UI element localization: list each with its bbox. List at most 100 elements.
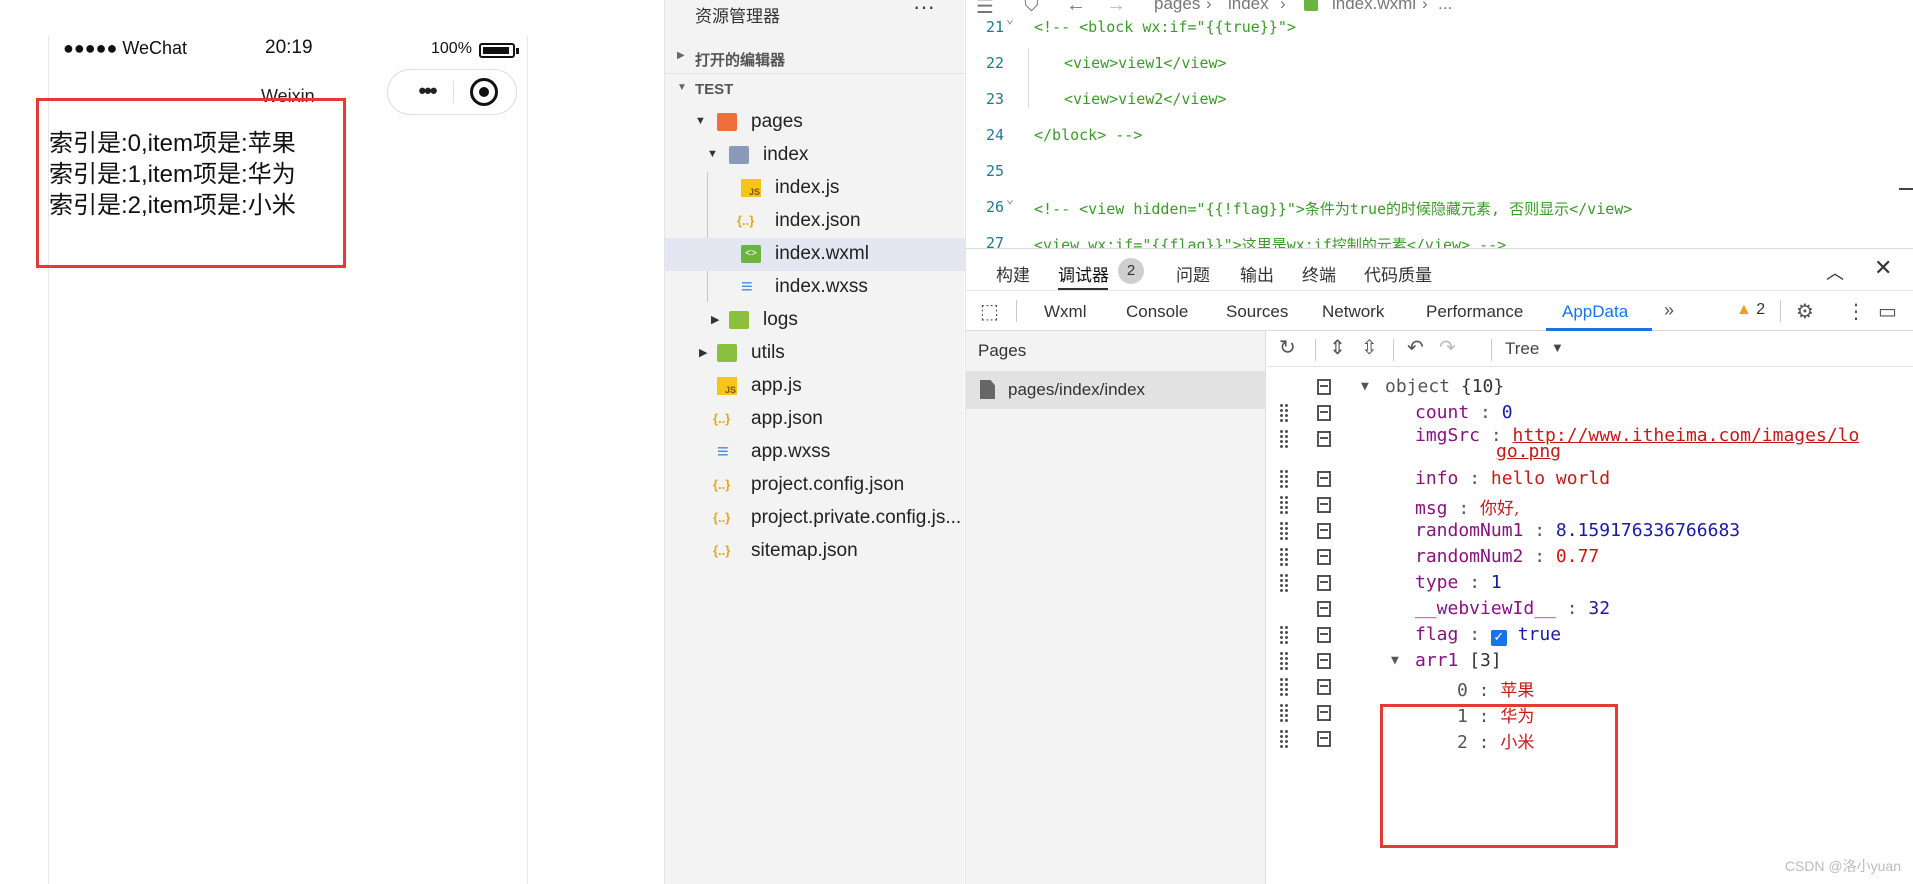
- open-editors-section[interactable]: ▶ 打开的编辑器: [665, 42, 965, 72]
- tree-row[interactable]: type : 1: [1267, 571, 1913, 597]
- fold-icon[interactable]: ⌄: [1006, 12, 1014, 27]
- drag-handle-icon[interactable]: [1279, 703, 1289, 723]
- copy-icon[interactable]: [1317, 523, 1331, 539]
- line-number: 21: [985, 18, 1004, 36]
- project-section[interactable]: ▼ TEST: [665, 73, 965, 103]
- tree-file-app-wxss[interactable]: ≡ app.wxss: [665, 436, 965, 469]
- redo-icon[interactable]: ↷: [1439, 335, 1456, 360]
- checkbox[interactable]: ✓: [1490, 630, 1507, 646]
- tree-row[interactable]: imgSrc : http://www.itheima.com/images/l…: [1267, 427, 1913, 467]
- tree-file-index-wxml[interactable]: <> index.wxml: [665, 238, 965, 271]
- tree-folder-logs[interactable]: ▶ logs: [665, 304, 965, 337]
- field-value: hello world: [1490, 468, 1611, 489]
- more-actions-icon[interactable]: ···: [913, 0, 935, 20]
- copy-icon[interactable]: [1317, 627, 1331, 643]
- undo-icon[interactable]: ↶: [1407, 335, 1424, 360]
- tree-row[interactable]: __webviewId__ : 32: [1267, 597, 1913, 623]
- tab-sources[interactable]: Sources: [1226, 302, 1288, 322]
- tree-file-app-js[interactable]: JS app.js: [665, 370, 965, 403]
- tab-code-quality[interactable]: 代码质量: [1364, 261, 1432, 286]
- more-tabs-icon[interactable]: »: [1664, 300, 1674, 321]
- drag-handle-icon[interactable]: [1279, 729, 1289, 749]
- more-icon[interactable]: •••: [402, 76, 452, 106]
- tab-problems[interactable]: 问题: [1176, 261, 1210, 286]
- page-item[interactable]: pages/index/index: [966, 371, 1266, 409]
- drag-handle-icon[interactable]: [1279, 573, 1289, 593]
- tab-console[interactable]: Console: [1126, 302, 1188, 322]
- code-editor[interactable]: ☰ ⛉ ← → pages › index › index.wxml › ...…: [965, 0, 1913, 248]
- drag-handle-icon[interactable]: [1279, 651, 1289, 671]
- copy-icon[interactable]: [1317, 653, 1331, 669]
- copy-icon[interactable]: [1317, 705, 1331, 721]
- tree-row[interactable]: randomNum2 : 0.77: [1267, 545, 1913, 571]
- tab-debugger[interactable]: 调试器: [1058, 261, 1109, 286]
- collapse-all-icon[interactable]: ⇳: [1361, 335, 1378, 360]
- chevron-up-icon[interactable]: ︿: [1826, 259, 1844, 285]
- chevron-down-icon[interactable]: ▼: [1551, 340, 1564, 355]
- copy-icon[interactable]: [1317, 405, 1331, 421]
- copy-icon[interactable]: [1317, 471, 1331, 487]
- drag-handle-icon[interactable]: [1279, 403, 1289, 423]
- code-text: <view>view1</view>: [1064, 54, 1227, 72]
- code-line: 23 <view>view2</view>: [966, 84, 1913, 114]
- gear-icon[interactable]: ⚙: [1796, 299, 1814, 324]
- view-mode-select[interactable]: Tree: [1505, 339, 1539, 359]
- drag-handle-icon[interactable]: [1279, 469, 1289, 489]
- tab-performance[interactable]: Performance: [1426, 302, 1523, 322]
- tree-row[interactable]: msg : 你好,: [1267, 493, 1913, 519]
- copy-icon[interactable]: [1317, 575, 1331, 591]
- close-icon[interactable]: ✕: [1874, 255, 1892, 281]
- drag-handle-icon[interactable]: [1279, 495, 1289, 515]
- divider: [1016, 300, 1017, 322]
- copy-icon[interactable]: [1317, 379, 1331, 395]
- tab-build[interactable]: 构建: [996, 261, 1030, 286]
- tree-file-index-wxss[interactable]: ≡ index.wxss: [665, 271, 965, 304]
- tab-appdata[interactable]: AppData: [1562, 302, 1628, 322]
- copy-icon[interactable]: [1317, 679, 1331, 695]
- tree-row[interactable]: 0 : 苹果: [1267, 675, 1913, 701]
- copy-icon[interactable]: [1317, 549, 1331, 565]
- dock-icon[interactable]: ▭: [1878, 299, 1897, 324]
- drag-handle-icon[interactable]: [1279, 521, 1289, 541]
- tree-folder-index[interactable]: ▼ index: [665, 139, 965, 172]
- copy-icon[interactable]: [1317, 431, 1331, 447]
- tree-file-app-json[interactable]: {..} app.json: [665, 403, 965, 436]
- inspect-element-icon[interactable]: ⬚: [980, 299, 999, 324]
- expand-all-icon[interactable]: ⇕: [1329, 335, 1346, 360]
- tree-file-index-json[interactable]: {..} index.json: [665, 205, 965, 238]
- tree-row[interactable]: count : 0: [1267, 401, 1913, 427]
- drag-handle-icon[interactable]: [1279, 429, 1289, 449]
- expanded-icon: ▼: [707, 148, 718, 160]
- tab-terminal[interactable]: 终端: [1302, 261, 1336, 286]
- drag-handle-icon[interactable]: [1279, 547, 1289, 567]
- tab-wxml[interactable]: Wxml: [1044, 302, 1086, 322]
- tree-file-index-js[interactable]: JS index.js: [665, 172, 965, 205]
- copy-icon[interactable]: [1317, 731, 1331, 747]
- drag-handle-icon[interactable]: [1279, 625, 1289, 645]
- drag-handle-icon[interactable]: [1279, 677, 1289, 697]
- tab-network[interactable]: Network: [1322, 302, 1384, 322]
- refresh-icon[interactable]: ↻: [1279, 335, 1296, 360]
- tree-file-project-config[interactable]: {..} project.config.json: [665, 469, 965, 502]
- fold-icon[interactable]: ⌄: [1006, 192, 1014, 207]
- expanded-icon[interactable]: ▼: [1361, 379, 1369, 394]
- code-text: <view wx:if="{{flag}}">这里是wx:if控制的元素</vi…: [1034, 236, 1507, 248]
- copy-icon[interactable]: [1317, 601, 1331, 617]
- expanded-icon: ▼: [695, 115, 706, 127]
- close-miniprogram-icon[interactable]: [470, 78, 498, 106]
- copy-icon[interactable]: [1317, 497, 1331, 513]
- tree-row-arr1[interactable]: ▼ arr1 [3]: [1267, 649, 1913, 675]
- tree-row[interactable]: flag : ✓ true: [1267, 623, 1913, 649]
- tree-folder-pages[interactable]: ▼ pages: [665, 106, 965, 139]
- tab-output[interactable]: 输出: [1240, 261, 1274, 286]
- kebab-menu-icon[interactable]: ⋮: [1846, 299, 1866, 324]
- tree-file-project-private-config[interactable]: {..} project.private.config.js...: [665, 502, 965, 535]
- tree-row-root[interactable]: ▼ object {10}: [1267, 375, 1913, 401]
- tree-row[interactable]: randomNum1 : 8.159176336766683: [1267, 519, 1913, 545]
- code-text: </block> -->: [1034, 126, 1143, 144]
- warnings-indicator[interactable]: ▲ 2: [1736, 301, 1765, 319]
- expanded-icon[interactable]: ▼: [1391, 653, 1399, 668]
- tree-file-sitemap[interactable]: {..} sitemap.json: [665, 535, 965, 568]
- tree-row[interactable]: info : hello world: [1267, 467, 1913, 493]
- tree-folder-utils[interactable]: ▶ utils: [665, 337, 965, 370]
